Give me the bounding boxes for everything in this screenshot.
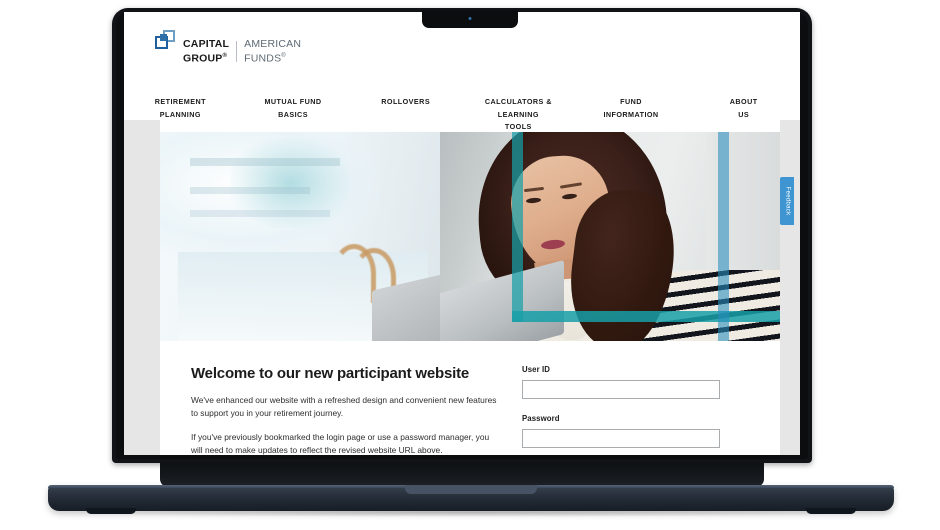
nav-label-line2: US [738, 109, 750, 119]
welcome-paragraph-1: We've enhanced our website with a refres… [191, 395, 497, 418]
partner-name-line1: AMERICAN [244, 38, 302, 50]
hero-accent-line-vertical-left [512, 132, 523, 322]
brand-name-capital-group: CAPITAL GROUP® [183, 38, 230, 65]
nav-item-rollovers[interactable]: ROLLOVERS [349, 96, 462, 134]
screenshot-stage: CAPITAL GROUP® AMERICAN FUNDS® RETIREMEN… [0, 0, 940, 530]
nav-label-line1: ABOUT [729, 97, 758, 106]
page-title: Welcome to our new participant website [191, 365, 470, 382]
brand-wordmark: CAPITAL GROUP® AMERICAN FUNDS® [183, 38, 302, 65]
web-page: CAPITAL GROUP® AMERICAN FUNDS® RETIREMEN… [124, 12, 800, 455]
nav-label-line1: CALCULATORS & LEARNING [484, 97, 552, 119]
laptop-screen: CAPITAL GROUP® AMERICAN FUNDS® RETIREMEN… [124, 12, 800, 455]
user-id-input[interactable] [522, 380, 720, 399]
brand-name-line1: CAPITAL [183, 38, 230, 50]
logo-square-fill [160, 34, 167, 41]
nav-item-mutual-fund-basics[interactable]: MUTUAL FUND BASICS [237, 96, 350, 134]
nav-item-retirement-planning[interactable]: RETIREMENT PLANNING [124, 96, 237, 134]
field-spacer [522, 399, 722, 414]
hero-background-shelf-1 [190, 158, 340, 166]
site-header: CAPITAL GROUP® AMERICAN FUNDS® RETIREMEN… [124, 12, 800, 131]
feedback-tab[interactable]: Feedback [780, 177, 794, 225]
nav-label-line1: MUTUAL FUND [264, 97, 322, 106]
registered-mark: ® [222, 52, 228, 59]
nav-label-line2: PLANNING [159, 109, 201, 119]
nav-item-about-us[interactable]: ABOUT US [687, 96, 800, 134]
password-label: Password [522, 414, 560, 423]
nav-item-fund-information[interactable]: FUND INFORMATION [575, 96, 688, 134]
main-navigation: RETIREMENT PLANNING MUTUAL FUND BASICS R… [124, 96, 800, 134]
partner-name-line2: FUNDS® [244, 52, 286, 64]
hero-accent-line-vertical-right [718, 132, 729, 341]
hero-background-shelf-3 [190, 210, 330, 217]
login-form: User ID Password [522, 365, 722, 448]
hero-background-shelf-2 [190, 187, 310, 194]
nav-label-line2: INFORMATION [603, 109, 659, 119]
camera-dot-icon [468, 17, 472, 20]
laptop-foot-right [806, 508, 856, 514]
nav-label-line1: ROLLOVERS [381, 97, 431, 106]
laptop-hinge [160, 463, 764, 487]
hero-banner-image [160, 132, 780, 341]
feedback-tab-label: Feedback [784, 186, 790, 216]
laptop-base-notch [405, 485, 537, 494]
nav-label-line1: FUND [620, 97, 642, 106]
nav-label-line2: BASICS [278, 109, 308, 119]
nav-label-line1: RETIREMENT [154, 97, 206, 106]
capital-group-logo-icon [155, 30, 175, 49]
user-id-label: User ID [522, 365, 551, 374]
password-input[interactable] [522, 429, 720, 448]
brand-divider [236, 41, 238, 63]
hero-person-photo [440, 132, 780, 341]
laptop-foot-left [86, 508, 136, 514]
webcam-notch [422, 10, 518, 28]
nav-item-calculators-and-learning-tools[interactable]: CALCULATORS & LEARNING TOOLS [462, 96, 575, 134]
hero-accent-line-horizontal [512, 311, 780, 322]
partner-registered-mark: ® [281, 52, 286, 59]
laptop-base [48, 485, 894, 514]
welcome-paragraph-2: If you've previously bookmarked the logi… [191, 432, 490, 455]
brand-logo[interactable]: CAPITAL GROUP® AMERICAN FUNDS® [155, 30, 301, 65]
brand-name-line2: GROUP® [183, 52, 228, 64]
brand-name-american-funds: AMERICAN FUNDS® [244, 38, 302, 65]
main-content: Welcome to our new participant website W… [160, 341, 780, 455]
